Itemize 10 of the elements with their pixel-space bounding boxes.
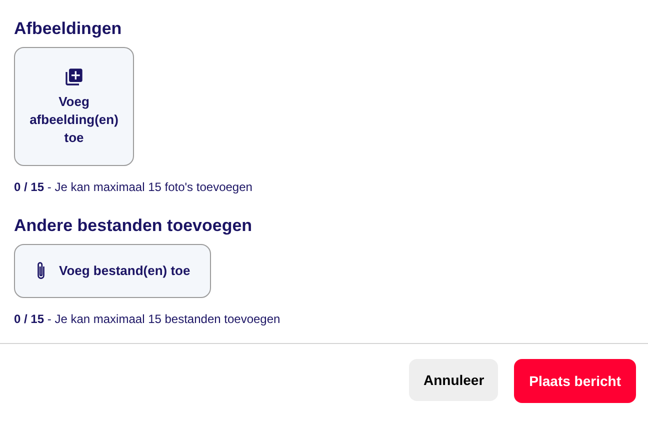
add-images-icon (64, 66, 84, 86)
add-files-button[interactable]: Voeg bestand(en) toe (14, 244, 212, 298)
cancel-button[interactable]: Annuleer (409, 359, 498, 401)
paperclip-icon (35, 261, 47, 281)
submit-button[interactable]: Plaats bericht (514, 359, 636, 403)
section-heading: Afbeeldingen (14, 18, 123, 40)
limit-note: 0 / 15 - Je kan maximaal 15 foto's toevoegen (14, 179, 254, 196)
section-heading: Andere bestanden toevoegen (14, 215, 254, 237)
limit-note: 0 / 15 - Je kan maximaal 15 bestanden toevoegen (14, 311, 282, 328)
add-images-button[interactable]: Voeg afbeelding(en) toe (14, 47, 134, 166)
